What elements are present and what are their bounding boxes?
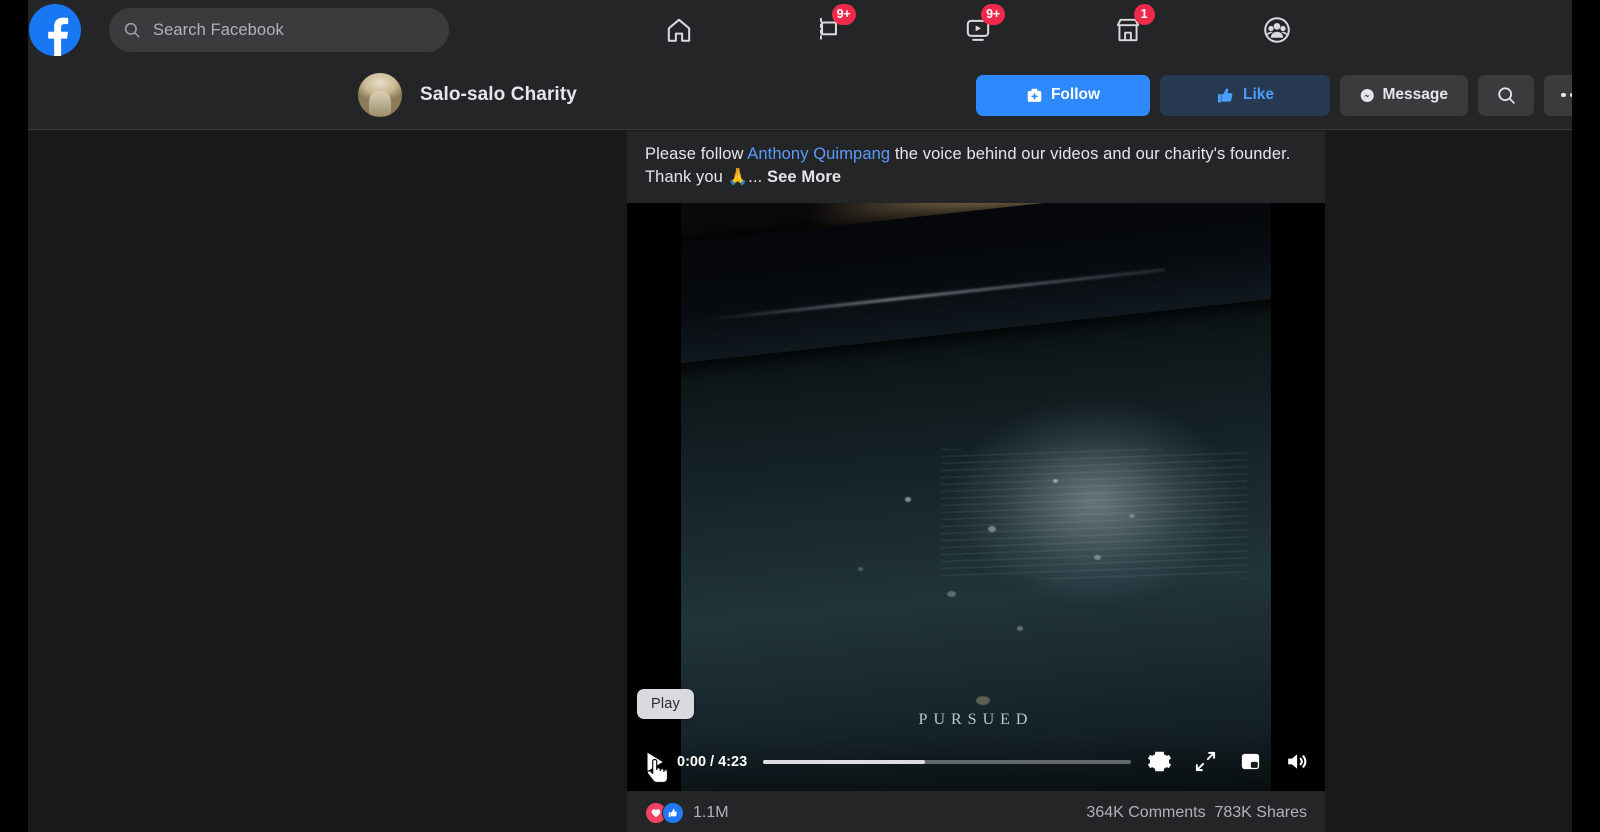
video-progress-slider[interactable] <box>763 759 1131 764</box>
message-button[interactable]: Message <box>1340 74 1468 116</box>
video-time-display: 0:00 / 4:23 <box>677 753 748 770</box>
reaction-icons[interactable] <box>645 801 684 824</box>
post-mention-link[interactable]: Anthony Quimpang <box>747 145 890 163</box>
page-search-button[interactable] <box>1478 74 1534 116</box>
nav-marketplace[interactable]: 1 <box>1099 4 1157 54</box>
nav-watch-badge: 9+ <box>981 4 1005 25</box>
message-label: Message <box>1382 86 1448 103</box>
more-options-icon <box>1561 92 1572 98</box>
nav-marketplace-badge: 1 <box>1133 4 1155 25</box>
video-buffered-bar <box>763 759 925 764</box>
video-caption-overlay: PURSUED <box>918 710 1034 728</box>
nav-home[interactable] <box>650 6 708 54</box>
page-avatar[interactable] <box>358 72 402 117</box>
nav-groups[interactable] <box>1248 6 1306 54</box>
volume-icon <box>1288 754 1307 769</box>
post-reactions-bar: 1.1M 364K Comments 783K Shares <box>627 790 1325 832</box>
like-button[interactable]: Like <box>1160 74 1330 116</box>
home-icon <box>667 18 691 42</box>
search-input[interactable]: Search Facebook <box>109 8 449 52</box>
fullscreen-button[interactable] <box>1194 750 1217 773</box>
browser-viewport: Search Facebook 9+ 9+ 1 Salo-salo Charit… <box>28 0 1572 832</box>
play-tooltip: Play <box>637 688 695 719</box>
video-scene-ripples <box>940 449 1248 579</box>
more-options-button[interactable] <box>1544 74 1572 116</box>
page-profile-header: Salo-salo Charity Follow Like Message <box>28 60 1572 130</box>
post-card: Please follow Anthony Quimpang the voice… <box>627 131 1325 832</box>
see-more-link[interactable]: See More <box>767 168 841 186</box>
follow-button[interactable]: Follow <box>976 74 1150 116</box>
post-ellipsis: ... <box>748 167 768 186</box>
screenshot-root: Search Facebook 9+ 9+ 1 Salo-salo Charit… <box>0 0 1600 832</box>
nav-watch[interactable]: 9+ <box>949 4 1007 54</box>
facebook-logo[interactable] <box>29 4 81 56</box>
video-controls-bar: 0:00 / 4:23 <box>627 732 1325 791</box>
video-frame: PURSUED <box>681 202 1271 791</box>
page-title: Salo-salo Charity <box>420 83 577 105</box>
video-player[interactable]: PURSUED Play 0:00 / 4:23 <box>627 202 1325 791</box>
settings-button[interactable] <box>1147 749 1172 774</box>
messenger-icon <box>1360 88 1374 102</box>
fullscreen-icon <box>1195 751 1216 772</box>
play-button[interactable] <box>641 749 667 775</box>
page-action-buttons: Follow Like Message <box>976 60 1572 130</box>
reaction-count: 1.1M <box>693 803 729 821</box>
play-icon <box>647 752 663 771</box>
picture-in-picture-button[interactable] <box>1239 750 1262 773</box>
follow-plus-icon <box>1027 88 1042 102</box>
like-reaction-icon <box>662 801 684 824</box>
picture-in-picture-icon <box>1241 753 1260 770</box>
comments-shares-counts[interactable]: 364K Comments 783K Shares <box>1086 804 1307 822</box>
post-text-before: Please follow <box>645 145 748 163</box>
post-emoji: 🙏 <box>727 167 749 186</box>
volume-button[interactable] <box>1284 749 1309 774</box>
facebook-top-navigation: Search Facebook 9+ 9+ 1 <box>28 0 1572 60</box>
search-icon <box>124 22 140 38</box>
nav-icon-group: 9+ 9+ 1 <box>628 0 1328 60</box>
comments-count: 364K Comments <box>1086 803 1206 821</box>
post-message: Please follow Anthony Quimpang the voice… <box>627 131 1325 203</box>
video-right-controls <box>1147 749 1309 774</box>
gear-icon <box>1147 751 1172 772</box>
nav-pages[interactable]: 9+ <box>800 4 858 54</box>
like-label: Like <box>1242 86 1274 103</box>
search-placeholder: Search Facebook <box>153 20 284 39</box>
groups-icon <box>1264 17 1290 43</box>
follow-label: Follow <box>1050 86 1101 103</box>
thumbs-up-icon <box>1217 87 1233 103</box>
nav-pages-badge: 9+ <box>831 4 856 25</box>
search-icon <box>1497 86 1515 104</box>
shares-count: 783K Shares <box>1214 803 1307 821</box>
